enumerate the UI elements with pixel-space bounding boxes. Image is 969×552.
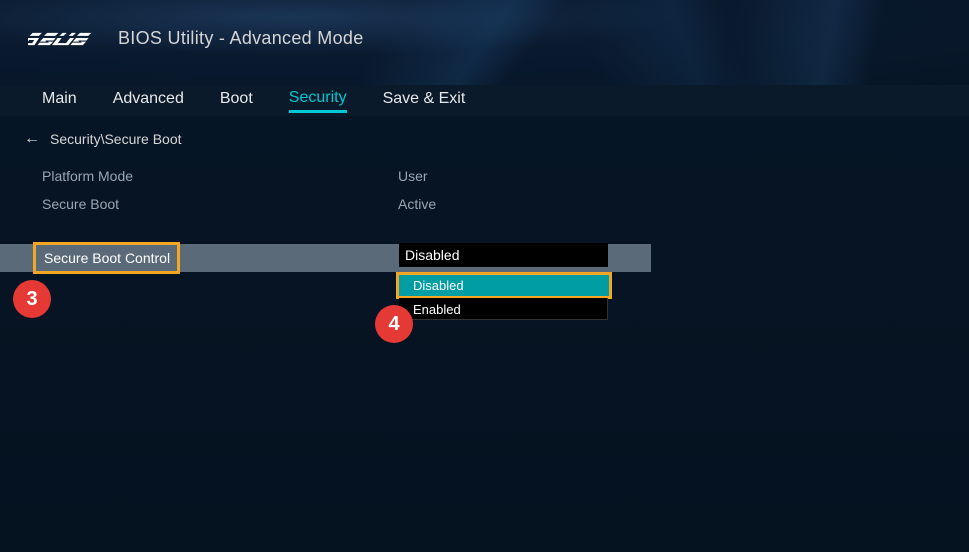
setting-row-platform-mode[interactable]: Platform Mode User bbox=[42, 162, 969, 190]
setting-row-secure-boot[interactable]: Secure Boot Active bbox=[42, 190, 969, 218]
breadcrumb[interactable]: ← Security\Secure Boot bbox=[0, 116, 969, 162]
tab-save-exit[interactable]: Save & Exit bbox=[383, 90, 466, 111]
tab-security[interactable]: Security bbox=[289, 89, 347, 113]
setting-value: User bbox=[398, 168, 428, 184]
setting-value: Active bbox=[398, 196, 436, 212]
tab-boot[interactable]: Boot bbox=[220, 90, 253, 111]
dropdown-option-enabled[interactable]: Enabled bbox=[399, 298, 607, 320]
dropdown-menu[interactable]: Disabled bbox=[396, 272, 612, 299]
secure-boot-control-value[interactable]: Disabled bbox=[399, 243, 608, 267]
utility-title: BIOS Utility - Advanced Mode bbox=[118, 28, 364, 49]
breadcrumb-path: Security\Secure Boot bbox=[50, 131, 182, 147]
tab-main[interactable]: Main bbox=[42, 90, 77, 111]
dropdown-enabled-container: Enabled bbox=[399, 298, 608, 320]
asus-logo bbox=[28, 30, 100, 48]
tab-advanced[interactable]: Advanced bbox=[113, 90, 184, 111]
dropdown-option-disabled[interactable]: Disabled bbox=[399, 275, 609, 296]
back-arrow-icon[interactable]: ← bbox=[24, 130, 40, 148]
secure-boot-control-label[interactable]: Secure Boot Control bbox=[33, 242, 180, 274]
settings-list: Platform Mode User Secure Boot Active bbox=[0, 162, 969, 218]
header-title-area: BIOS Utility - Advanced Mode bbox=[28, 28, 364, 49]
setting-label: Platform Mode bbox=[42, 168, 398, 184]
content-area: ← Security\Secure Boot Platform Mode Use… bbox=[0, 116, 969, 552]
annotation-badge-3: 3 bbox=[13, 280, 51, 318]
annotation-badge-4: 4 bbox=[375, 305, 413, 343]
nav-bar: Main Advanced Boot Security Save & Exit bbox=[0, 85, 969, 116]
setting-label: Secure Boot bbox=[42, 196, 398, 212]
